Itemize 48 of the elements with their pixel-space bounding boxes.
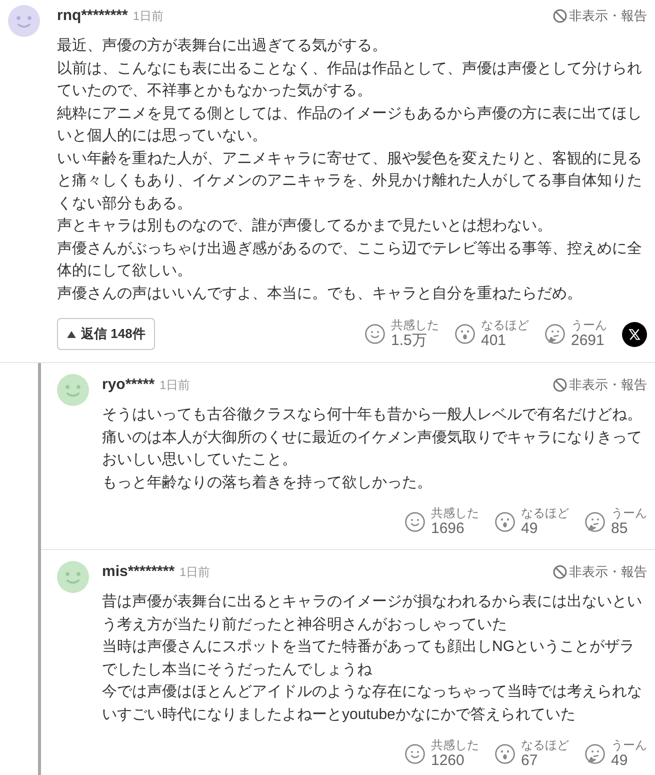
reply-paragraph: そうはいっても古谷徹クラスなら何十年も昔から一般人レベルで有名だけどね。 bbox=[102, 405, 643, 425]
thinking-face-icon bbox=[585, 512, 605, 532]
no-sign-icon bbox=[553, 378, 567, 392]
hide-report-button[interactable]: 非表示・報告 bbox=[553, 376, 647, 394]
reaction-button[interactable]: うーん 49 bbox=[585, 738, 647, 770]
reaction-button[interactable]: なるほど 401 bbox=[455, 318, 545, 350]
hide-report-button[interactable]: 非表示・報告 bbox=[553, 7, 647, 25]
reply-paragraph: 痛いのは本人が大御所のくせに最近のイケメン声優気取りでキャラになりきっておいしい思いしていたこと。 bbox=[102, 428, 643, 470]
username: ryo***** bbox=[102, 375, 155, 395]
reply-paragraph: 今では声優はほとんどアイドルのような存在になっちゃって当時では考えられないすごい時代になりましたよねーとyoutubeかなにかで答えられていた bbox=[102, 682, 643, 724]
reply-paragraph: 当時は声優さんにスポットを当てた特番があっても顔出しNGということがザラでしたし本当にそうだったんでしょうね bbox=[102, 637, 636, 680]
no-sign-icon bbox=[553, 9, 567, 23]
reaction-button[interactable]: 共感した 1696 bbox=[405, 506, 495, 538]
reaction-button[interactable]: うーん 85 bbox=[585, 506, 647, 538]
reaction-button[interactable]: 共感した 1.5万 bbox=[365, 318, 455, 350]
surprised-face-icon bbox=[455, 324, 475, 344]
reaction-button[interactable]: うーん 2691 bbox=[545, 318, 607, 350]
comment-paragraph: 以前は、こんなにも表に出ることなく、作品は作品として、声優は声優として分けられていたので、不祥事とかもなかった気がする。 bbox=[57, 58, 643, 101]
comment-paragraph: 最近、声優の方が表舞台に出過ぎてる気がする。 bbox=[57, 36, 388, 56]
reaction-button[interactable]: なるほど 49 bbox=[495, 506, 585, 538]
post-time: 1日前 bbox=[132, 8, 164, 25]
comment-paragraph: 声とキャラは別ものなので、誰が声優してるかまで見たいとは想わない。 bbox=[57, 216, 553, 236]
avatar-icon bbox=[57, 561, 89, 593]
reply-paragraph: 昔は声優が表舞台に出るとキャラのイメージが損なわれるから表には出ないという考え方が当たり前だったと神谷明さんがおっしゃっていた bbox=[102, 592, 643, 634]
comment-paragraph: 声優さんの声はいいんですよ、本当に。でも、キャラと自分を重ねたらだめ。 bbox=[57, 284, 583, 304]
comment-paragraph: いい年齢を重ねた人が、アニメキャラに寄せて、服や髪色を変えたりと、客観的に見ると痛々しくもあり、イケメンのアニキャラを、外見かけ離れた人がしてる事自体知りたくない部分もある。 bbox=[57, 148, 643, 214]
post-time: 1日前 bbox=[180, 564, 210, 581]
post-time: 1日前 bbox=[160, 377, 190, 394]
username: rnq******** bbox=[57, 6, 128, 26]
avatar-icon bbox=[57, 374, 89, 406]
thinking-face-icon bbox=[585, 744, 605, 764]
reaction-button[interactable]: なるほど 67 bbox=[495, 738, 585, 770]
surprised-face-icon bbox=[495, 512, 515, 532]
smiley-icon bbox=[405, 744, 425, 764]
hide-report-button[interactable]: 非表示・報告 bbox=[553, 563, 647, 581]
comment-paragraph: 純粋にアニメを見てる側としては、作品のイメージもあるから声優の方に表に出てほしいと個人的には思っていない。 bbox=[57, 104, 643, 146]
smiley-icon bbox=[405, 512, 425, 532]
comment-paragraph: 声優さんがぶっちゃけ出過ぎ感があるので、ここら辺でテレビ等出る事等、控えめに全体的にして欲しい。 bbox=[57, 238, 643, 281]
surprised-face-icon bbox=[495, 744, 515, 764]
replies-toggle-button[interactable]: 返信 148件 bbox=[57, 318, 156, 350]
reaction-button[interactable]: 共感した 1260 bbox=[405, 738, 495, 770]
smiley-icon bbox=[365, 324, 385, 344]
x-logo-icon[interactable] bbox=[622, 322, 647, 346]
reply-paragraph: もっと年齢なりの落ち着きを持って欲しかった。 bbox=[102, 472, 433, 492]
thinking-face-icon bbox=[545, 324, 565, 344]
avatar-icon bbox=[8, 5, 40, 37]
no-sign-icon bbox=[553, 565, 567, 579]
username: mis******** bbox=[102, 562, 175, 582]
